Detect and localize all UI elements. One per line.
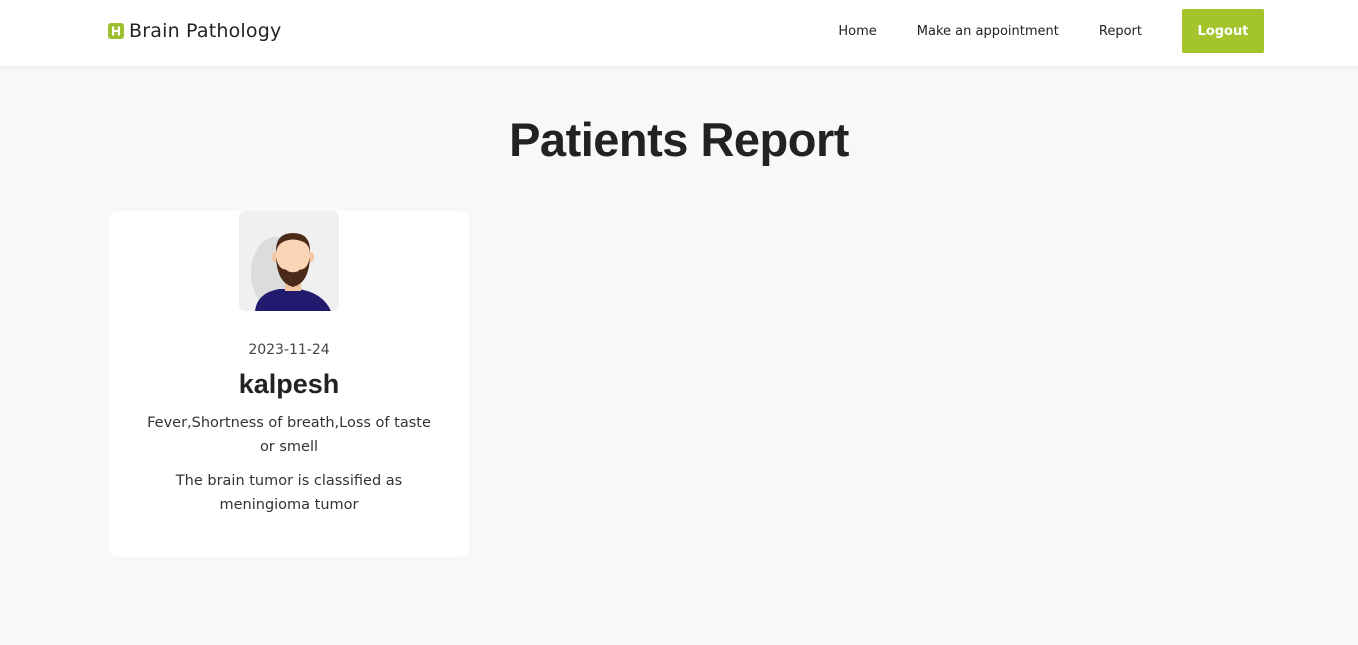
nav-report-link[interactable]: Report (1099, 24, 1142, 39)
nav-appointment-link[interactable]: Make an appointment (917, 24, 1059, 39)
patient-name: kalpesh (238, 369, 340, 399)
brand-link[interactable]: Brain Pathology (108, 18, 281, 44)
avatar (239, 211, 339, 311)
patient-report-card: 2023-11-24 kalpesh Fever,Shortness of br… (109, 211, 469, 557)
diagnosis-result: The brain tumor is classified as meningi… (175, 473, 403, 513)
nav-home-link[interactable]: Home (838, 24, 876, 39)
main-nav: Home Make an appointment Report Logout (838, 0, 1264, 62)
page-title: Patients Report (509, 113, 849, 166)
logout-button[interactable]: Logout (1182, 9, 1264, 53)
brand-name: Brain Pathology (129, 20, 282, 42)
hospital-h-icon (108, 23, 124, 39)
patient-symptoms: Fever,Shortness of breath,Loss of taste … (147, 415, 431, 455)
bearded-man-avatar-icon (239, 211, 339, 311)
report-date: 2023-11-24 (248, 342, 330, 358)
navbar: Brain Pathology Home Make an appointment… (0, 0, 1358, 66)
